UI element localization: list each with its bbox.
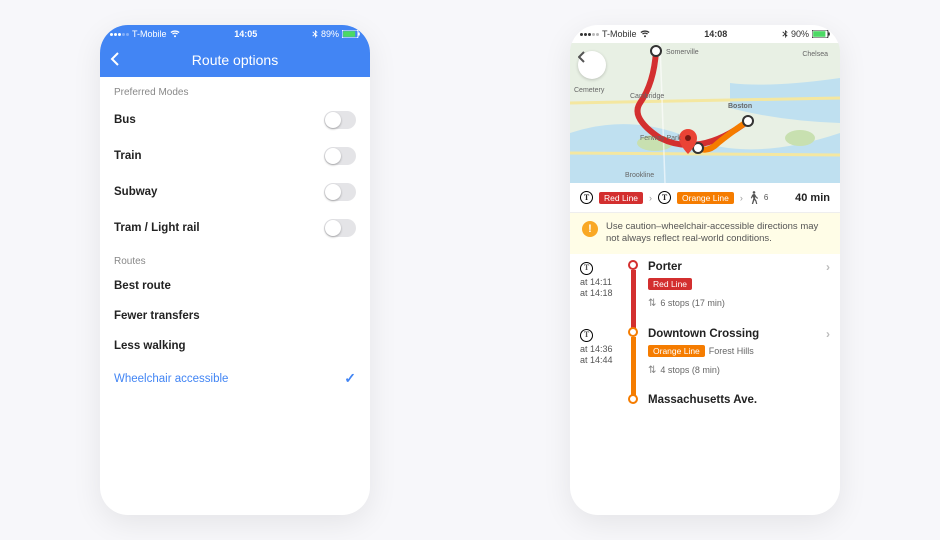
walk-icon <box>749 191 758 204</box>
line-pill-orange: Orange Line <box>677 192 734 204</box>
battery-icon <box>812 30 830 38</box>
transit-icon: T <box>580 262 593 275</box>
mode-row-train[interactable]: Train <box>100 138 370 174</box>
walk-minutes: 6 <box>764 193 768 202</box>
step-row[interactable]: Massachusetts Ave. <box>570 388 840 418</box>
route-label: Best route <box>114 280 171 292</box>
route-row-less-walking[interactable]: Less walking <box>100 331 370 361</box>
phone-route-options: T-Mobile 14:05 89% Route options Preferr… <box>100 25 370 515</box>
route-bar <box>631 270 636 331</box>
status-time: 14:08 <box>650 29 782 39</box>
phone-directions: T-Mobile 14:08 90% <box>570 25 840 515</box>
status-battery-pct: 89% <box>321 29 339 39</box>
status-carrier: T-Mobile <box>602 29 637 39</box>
mode-label: Bus <box>114 114 136 126</box>
expand-icon: ⇅ <box>648 365 656 376</box>
line-pill-red: Red Line <box>599 192 643 204</box>
mode-label: Train <box>114 150 141 162</box>
toggle-bus[interactable] <box>324 111 356 129</box>
route-row-wheelchair[interactable]: Wheelchair accessible ✓ <box>100 361 370 396</box>
route-label: Less walking <box>114 340 186 352</box>
route-dot-icon <box>628 327 638 337</box>
map-label: Fenway Park <box>640 135 681 142</box>
wifi-icon <box>640 30 650 38</box>
mode-label: Subway <box>114 186 157 198</box>
battery-icon <box>342 30 360 38</box>
station-name[interactable]: Downtown Crossing › <box>648 327 830 341</box>
map-canvas <box>570 43 840 183</box>
map-view[interactable]: Somerville Cambridge Boston Chelsea Fenw… <box>570 43 840 183</box>
transit-icon: T <box>658 191 671 204</box>
stops-text: 4 stops (8 min) <box>660 365 720 375</box>
accessibility-warning: ! Use caution–wheelchair-accessible dire… <box>570 213 840 254</box>
step-time: at 14:18 <box>580 288 624 300</box>
map-label: Chelsea <box>802 51 828 58</box>
header-title: Route options <box>126 52 344 68</box>
stops-expand[interactable]: ⇅ 4 stops (8 min) <box>648 365 830 376</box>
toggle-train[interactable] <box>324 147 356 165</box>
map-label: Somerville <box>666 49 699 56</box>
header-bar: Route options <box>100 43 370 77</box>
map-back-button[interactable] <box>578 51 606 79</box>
mode-row-subway[interactable]: Subway <box>100 174 370 210</box>
section-label-modes: Preferred Modes <box>100 77 370 102</box>
status-bar: T-Mobile 14:05 89% <box>100 25 370 43</box>
line-pill-red: Red Line <box>648 278 692 290</box>
toggle-subway[interactable] <box>324 183 356 201</box>
trip-duration: 40 min <box>795 192 830 204</box>
transit-icon: T <box>580 329 593 342</box>
signal-icon <box>110 33 129 36</box>
signal-icon <box>580 33 599 36</box>
wifi-icon <box>170 30 180 38</box>
back-button[interactable] <box>110 52 126 69</box>
map-label: Cambridge <box>630 93 664 100</box>
transit-icon: T <box>580 191 593 204</box>
step-time: at 14:36 <box>580 344 624 356</box>
chevron-right-icon: › <box>649 193 652 203</box>
line-pill-orange: Orange Line <box>648 345 705 357</box>
map-label: Boston <box>728 103 752 110</box>
route-dot-icon <box>628 260 638 270</box>
status-bar: T-Mobile 14:08 90% <box>570 25 840 43</box>
toggle-tram[interactable] <box>324 219 356 237</box>
route-row-best[interactable]: Best route <box>100 271 370 301</box>
directions-steps[interactable]: T at 14:11 at 14:18 Porter › Red Line ⇅ … <box>570 254 840 515</box>
mode-row-bus[interactable]: Bus <box>100 102 370 138</box>
route-bar <box>631 337 636 398</box>
step-time: at 14:44 <box>580 355 624 367</box>
status-time: 14:05 <box>180 29 312 39</box>
station-name[interactable]: Porter › <box>648 260 830 274</box>
section-label-routes: Routes <box>100 246 370 271</box>
bluetooth-icon <box>312 30 318 39</box>
chevron-right-icon: › <box>826 260 830 274</box>
route-label: Wheelchair accessible <box>114 373 228 385</box>
warning-text: Use caution–wheelchair-accessible direct… <box>606 221 828 246</box>
step-row[interactable]: T at 14:36 at 14:44 Downtown Crossing › … <box>570 321 840 388</box>
map-label: Cemetery <box>574 87 604 94</box>
step-row[interactable]: T at 14:11 at 14:18 Porter › Red Line ⇅ … <box>570 254 840 321</box>
step-time: at 14:11 <box>580 277 624 289</box>
mode-row-tram[interactable]: Tram / Light rail <box>100 210 370 246</box>
stops-expand[interactable]: ⇅ 6 stops (17 min) <box>648 298 830 309</box>
route-row-fewer[interactable]: Fewer transfers <box>100 301 370 331</box>
chevron-right-icon: › <box>740 193 743 203</box>
expand-icon: ⇅ <box>648 298 656 309</box>
line-destination: Forest Hills <box>709 346 754 356</box>
route-label: Fewer transfers <box>114 310 200 322</box>
bluetooth-icon <box>782 30 788 39</box>
status-battery-pct: 90% <box>791 29 809 39</box>
chevron-right-icon: › <box>826 327 830 341</box>
status-carrier: T-Mobile <box>132 29 167 39</box>
station-name[interactable]: Massachusetts Ave. <box>648 394 830 406</box>
route-dot-icon <box>628 394 638 404</box>
mode-label: Tram / Light rail <box>114 222 200 234</box>
stops-text: 6 stops (17 min) <box>660 298 725 308</box>
checkmark-icon: ✓ <box>344 370 356 387</box>
warning-icon: ! <box>582 221 598 237</box>
route-summary: T Red Line › T Orange Line › 6 40 min <box>570 183 840 213</box>
map-label: Brookline <box>625 172 654 179</box>
